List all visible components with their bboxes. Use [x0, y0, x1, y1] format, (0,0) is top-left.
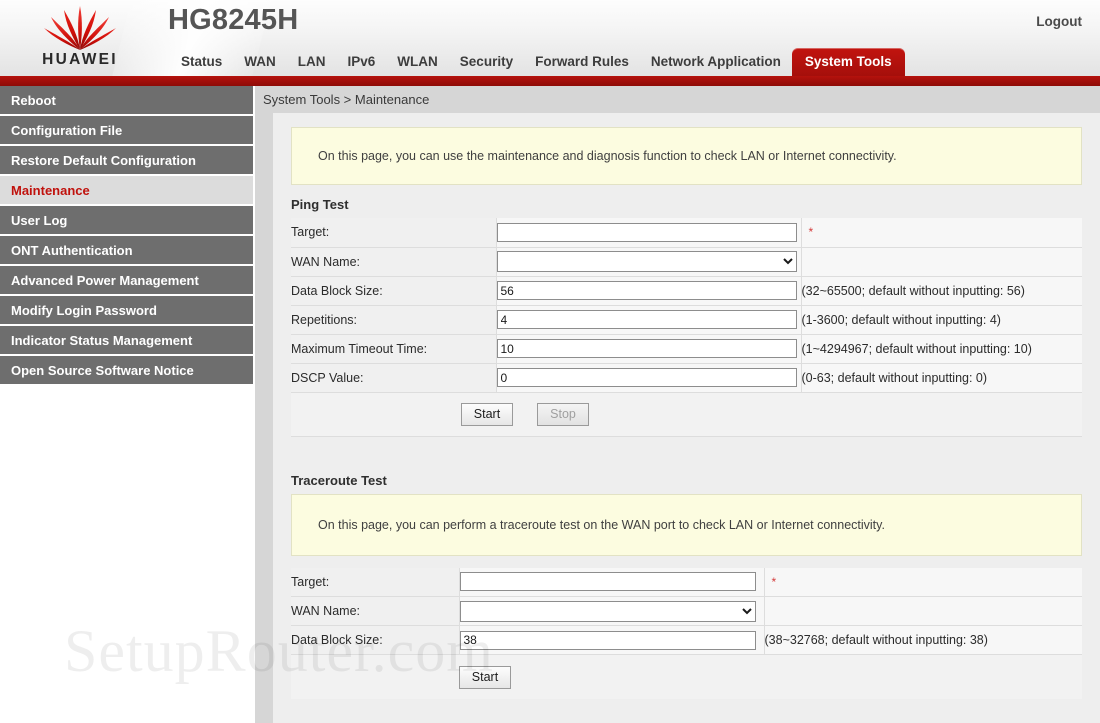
- ping-start-button[interactable]: Start: [461, 402, 513, 426]
- content-area: System Tools > Maintenance On this page,…: [255, 86, 1100, 723]
- ping-maximum-timeout-time-label: Maximum Timeout Time:: [291, 334, 497, 363]
- sidebar-item-restore-default-configuration[interactable]: Restore Default Configuration: [0, 146, 253, 176]
- tab-network-application[interactable]: Network Application: [640, 49, 792, 76]
- ping-dscp-value-cell: [496, 363, 801, 392]
- ping-target-cell: [496, 218, 801, 247]
- table-row: Maximum Timeout Time: (1~4294967; defaul…: [291, 334, 1082, 363]
- ping-target-label: Target:: [291, 218, 497, 247]
- traceroute-target-label: Target:: [291, 567, 460, 597]
- traceroute-data-block-size-label: Data Block Size:: [291, 625, 460, 655]
- traceroute-target-required: *: [763, 567, 1082, 597]
- traceroute-wan-name-cell: [459, 597, 764, 626]
- table-row: Target: *: [291, 218, 1082, 247]
- ping-test-form: Target: * WAN Name: Data Block Size: 56 …: [291, 218, 1082, 393]
- sidebar-item-advanced-power-management[interactable]: Advanced Power Management: [0, 266, 253, 296]
- table-row: Target: *: [291, 567, 1082, 597]
- table-row: Data Block Size: (32~65500; default with…: [291, 276, 1082, 305]
- required-asterisk: *: [771, 574, 777, 589]
- ping-wan-name-hint: [800, 247, 1082, 276]
- traceroute-test-actions: Start: [291, 655, 1082, 699]
- ping-maximum-timeout-time-cell: [496, 334, 801, 363]
- table-row: DSCP Value: (0-63; default without input…: [291, 363, 1082, 392]
- ping-repetitions-cell: [496, 305, 801, 334]
- page-notice: On this page, you can use the maintenanc…: [291, 127, 1082, 185]
- breadcrumb: System Tools > Maintenance: [255, 86, 1100, 113]
- traceroute-target-cell: [459, 568, 764, 597]
- sidebar: Reboot Configuration File Restore Defaul…: [0, 86, 255, 386]
- sidebar-item-user-log[interactable]: User Log: [0, 206, 253, 236]
- main-navigation: Status WAN LAN IPv6 WLAN Security Forwar…: [170, 48, 905, 76]
- traceroute-test-title: Traceroute Test: [291, 472, 387, 488]
- traceroute-wan-name-select[interactable]: [459, 600, 756, 622]
- tab-forward-rules[interactable]: Forward Rules: [524, 49, 640, 76]
- ping-test-actions: Start Stop: [291, 392, 1082, 437]
- table-row: WAN Name:: [291, 596, 1082, 626]
- ping-dscp-value-hint: (0-63; default without inputting: 0): [800, 363, 1082, 392]
- page-title: HG8245H: [168, 4, 299, 36]
- sidebar-item-ont-authentication[interactable]: ONT Authentication: [0, 236, 253, 266]
- maintenance-panel: On this page, you can use the maintenanc…: [273, 113, 1100, 723]
- page-header: HUAWEI HG8245H Logout Status WAN LAN IPv…: [0, 0, 1100, 76]
- ping-dscp-value-label: DSCP Value:: [291, 363, 497, 392]
- traceroute-data-block-size-cell: [459, 626, 764, 655]
- huawei-flower-logo-icon: [44, 6, 116, 50]
- ping-dscp-value-input[interactable]: [496, 368, 797, 387]
- sidebar-item-reboot[interactable]: Reboot: [0, 86, 253, 116]
- router-admin-page: HUAWEI HG8245H Logout Status WAN LAN IPv…: [0, 0, 1100, 723]
- ping-repetitions-input[interactable]: [496, 310, 797, 329]
- ping-data-block-size-cell: [496, 276, 801, 305]
- tab-system-tools[interactable]: System Tools: [791, 48, 905, 76]
- ping-maximum-timeout-time-hint: (1~4294967; default without inputting: 1…: [800, 334, 1082, 363]
- sidebar-item-open-source-software-notice[interactable]: Open Source Software Notice: [0, 356, 253, 386]
- table-row: WAN Name:: [291, 247, 1082, 276]
- ping-data-block-size-label: Data Block Size:: [291, 276, 497, 305]
- ping-stop-button[interactable]: Stop: [537, 402, 589, 426]
- huawei-brand-text: HUAWEI: [42, 51, 118, 68]
- sidebar-item-maintenance[interactable]: Maintenance: [0, 176, 253, 206]
- traceroute-notice: On this page, you can perform a tracerou…: [291, 493, 1082, 556]
- ping-target-input[interactable]: [496, 222, 797, 242]
- traceroute-wan-name-hint: [763, 596, 1082, 626]
- huawei-logo[interactable]: HUAWEI: [18, 3, 142, 73]
- sidebar-item-configuration-file[interactable]: Configuration File: [0, 116, 253, 146]
- traceroute-target-input[interactable]: [459, 572, 756, 592]
- tab-ipv6[interactable]: IPv6: [337, 49, 387, 76]
- traceroute-test-form: Target: * WAN Name: Data Block Size: 38 …: [291, 567, 1082, 655]
- ping-data-block-size-input[interactable]: [496, 281, 797, 300]
- tab-security[interactable]: Security: [449, 49, 524, 76]
- ping-target-required: *: [800, 218, 1082, 247]
- ping-test-title: Ping Test: [291, 197, 349, 212]
- table-row: Data Block Size: (38~32768; default with…: [291, 625, 1082, 655]
- ping-maximum-timeout-time-input[interactable]: [496, 339, 797, 358]
- sidebar-item-modify-login-password[interactable]: Modify Login Password: [0, 296, 253, 326]
- tab-status[interactable]: Status: [170, 49, 233, 76]
- page-body: Reboot Configuration File Restore Defaul…: [0, 86, 1100, 723]
- traceroute-data-block-size-hint: (38~32768; default without inputting: 38…: [763, 625, 1082, 655]
- tab-lan[interactable]: LAN: [287, 49, 337, 76]
- ping-repetitions-label: Repetitions:: [291, 305, 497, 334]
- required-asterisk: *: [808, 225, 814, 240]
- header-accent-bar: [0, 76, 1100, 86]
- traceroute-wan-name-label: WAN Name:: [291, 596, 460, 626]
- ping-wan-name-select[interactable]: [496, 251, 797, 272]
- table-row: Repetitions: (1-3600; default without in…: [291, 305, 1082, 334]
- traceroute-start-button[interactable]: Start: [459, 665, 511, 689]
- traceroute-data-block-size-input[interactable]: [459, 630, 756, 650]
- ping-wan-name-cell: [496, 247, 801, 276]
- ping-data-block-size-hint: (32~65500; default without inputting: 56…: [800, 276, 1082, 305]
- ping-wan-name-label: WAN Name:: [291, 247, 497, 276]
- tab-wan[interactable]: WAN: [233, 49, 287, 76]
- ping-repetitions-hint: (1-3600; default without inputting: 4): [800, 305, 1082, 334]
- tab-wlan[interactable]: WLAN: [386, 49, 449, 76]
- sidebar-item-indicator-status-management[interactable]: Indicator Status Management: [0, 326, 253, 356]
- logout-button[interactable]: Logout: [1036, 14, 1082, 29]
